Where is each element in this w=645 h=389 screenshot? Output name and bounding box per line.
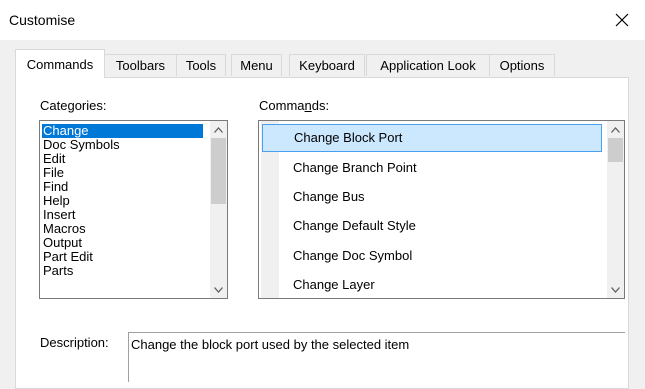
label-accel: g xyxy=(67,98,75,113)
list-item[interactable]: Find xyxy=(42,180,203,194)
title-bar: Customise xyxy=(0,0,645,40)
list-item[interactable]: Change Layer xyxy=(281,271,601,298)
label-part: ories: xyxy=(74,98,107,113)
chevron-down-icon xyxy=(214,286,223,293)
tab-keyboard[interactable]: Keyboard xyxy=(289,54,365,76)
tab-label: Application Look xyxy=(380,58,476,73)
list-item[interactable]: Change Default Style xyxy=(281,212,601,240)
scroll-thumb[interactable] xyxy=(211,138,226,204)
tab-toolbars[interactable]: Toolbars xyxy=(104,54,177,76)
list-item[interactable]: Change Bus xyxy=(281,183,601,211)
commands-scrollbar[interactable] xyxy=(607,121,624,298)
tab-label: Commands xyxy=(26,56,94,72)
list-item[interactable]: Macros xyxy=(42,222,203,236)
chevron-up-icon xyxy=(214,126,223,133)
label-part: ds: xyxy=(311,98,330,113)
close-button[interactable] xyxy=(599,0,645,40)
list-item[interactable]: Parts xyxy=(42,264,203,278)
list-item[interactable]: File xyxy=(42,166,203,180)
list-item[interactable]: Help xyxy=(42,194,203,208)
scroll-up-button[interactable] xyxy=(607,121,624,138)
commands-tab-panel: Categories: Change Doc Symbols Edit File… xyxy=(15,77,629,389)
categories-listbox[interactable]: Change Doc Symbols Edit File Find Help I… xyxy=(39,120,228,299)
label-part: Cate xyxy=(40,98,68,113)
categories-label: Categories: xyxy=(40,98,107,113)
chevron-up-icon xyxy=(611,126,620,133)
label-part: Comma xyxy=(259,98,305,113)
list-item[interactable]: Change Doc Symbol xyxy=(281,242,601,270)
tab-label: Tools xyxy=(185,58,217,73)
categories-scrollbar[interactable] xyxy=(210,121,227,298)
scroll-up-button[interactable] xyxy=(210,121,227,138)
tab-application-look[interactable]: Application Look xyxy=(366,54,490,76)
list-item[interactable]: Output xyxy=(42,236,203,250)
commands-listbox[interactable]: Change Block Port Change Branch Point Ch… xyxy=(258,120,625,299)
scroll-thumb[interactable] xyxy=(608,138,623,162)
list-item[interactable]: Insert xyxy=(42,208,203,222)
tab-tools[interactable]: Tools xyxy=(176,54,226,76)
tab-commands[interactable]: Commands xyxy=(15,49,105,78)
scroll-down-button[interactable] xyxy=(210,281,227,298)
tab-label: Options xyxy=(499,58,545,73)
window-title: Customise xyxy=(9,12,76,28)
tab-label: Toolbars xyxy=(115,58,166,73)
list-item[interactable]: Part Edit xyxy=(42,250,203,264)
list-item[interactable]: Change Branch Point xyxy=(281,154,601,182)
list-item[interactable]: Doc Symbols xyxy=(42,138,203,152)
tab-menu[interactable]: Menu xyxy=(231,54,282,76)
commands-label: Commands: xyxy=(259,98,329,113)
list-item[interactable]: Change Block Port xyxy=(262,124,602,152)
tab-label: Menu xyxy=(240,58,273,73)
tab-label: Keyboard xyxy=(299,58,355,73)
label-accel: n xyxy=(304,98,312,113)
close-icon xyxy=(615,13,629,27)
chevron-down-icon xyxy=(611,286,620,293)
scroll-down-button[interactable] xyxy=(607,281,624,298)
tab-options[interactable]: Options xyxy=(489,54,555,76)
list-item[interactable]: Change xyxy=(42,124,203,138)
dialog-body: Commands Toolbars Tools Menu Keyboard Ap… xyxy=(0,40,645,389)
list-item[interactable]: Edit xyxy=(42,152,203,166)
description-text: Change the block port used by the select… xyxy=(131,337,410,352)
description-label: Description: xyxy=(40,335,109,350)
description-field: Change the block port used by the select… xyxy=(128,332,625,382)
